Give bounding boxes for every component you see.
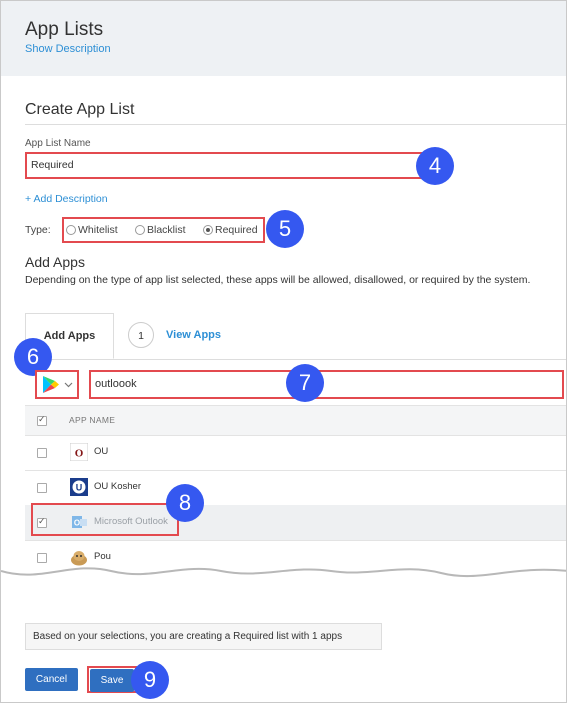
svg-text:O: O bbox=[75, 448, 84, 460]
app-search-input[interactable]: outloook bbox=[89, 370, 564, 399]
page-title: App Lists bbox=[25, 19, 104, 40]
save-button[interactable]: Save bbox=[90, 669, 134, 692]
radio-blacklist[interactable] bbox=[135, 225, 145, 235]
app-name: OU bbox=[94, 446, 109, 457]
section-title: Create App List bbox=[25, 101, 135, 118]
callout-7: 7 bbox=[286, 364, 324, 402]
selected-count-badge: 1 bbox=[128, 322, 154, 348]
divider bbox=[25, 124, 566, 125]
app-store-select[interactable] bbox=[35, 370, 79, 399]
page-header: App Lists Show Description bbox=[1, 1, 566, 77]
show-description-link[interactable]: Show Description bbox=[25, 43, 111, 55]
torn-edge bbox=[1, 567, 566, 609]
tab-view-apps[interactable]: View Apps bbox=[166, 329, 221, 341]
table-row[interactable]: O OU bbox=[25, 435, 566, 471]
ou-app-icon: O bbox=[70, 443, 88, 461]
add-description-link[interactable]: + Add Description bbox=[25, 193, 108, 205]
callout-8: 8 bbox=[166, 484, 204, 522]
svg-text:U: U bbox=[76, 483, 83, 493]
table-row[interactable]: U OU Kosher bbox=[25, 470, 566, 506]
radio-required[interactable] bbox=[203, 225, 213, 235]
selection-summary: Based on your selections, you are creati… bbox=[25, 623, 382, 650]
row-checkbox[interactable] bbox=[37, 448, 47, 458]
radio-required-label: Required bbox=[215, 224, 258, 236]
app-name: OU Kosher bbox=[94, 481, 141, 492]
app-list-name-input[interactable]: Required bbox=[25, 152, 423, 179]
callout-9: 9 bbox=[131, 661, 169, 699]
radio-blacklist-label: Blacklist bbox=[147, 224, 186, 236]
row-checkbox[interactable] bbox=[37, 483, 47, 493]
callout-5: 5 bbox=[266, 210, 304, 248]
radio-whitelist-label: Whitelist bbox=[78, 224, 118, 236]
type-label: Type: bbox=[25, 224, 51, 236]
ou-kosher-app-icon: U bbox=[70, 478, 88, 496]
tabs: Add Apps 1 View Apps bbox=[25, 313, 566, 360]
chevron-down-icon bbox=[64, 382, 73, 388]
app-lists-window: App Lists Show Description Create App Li… bbox=[0, 0, 567, 703]
outlook-row-highlight bbox=[31, 503, 179, 536]
table-header-row: APP NAME bbox=[25, 405, 566, 436]
app-name-column-header: APP NAME bbox=[69, 415, 116, 425]
select-all-checkbox[interactable] bbox=[37, 414, 47, 426]
callout-4: 4 bbox=[416, 147, 454, 185]
app-list-name-label: App List Name bbox=[25, 138, 91, 149]
radio-whitelist[interactable] bbox=[66, 225, 76, 235]
add-apps-description: Depending on the type of app list select… bbox=[25, 274, 531, 286]
cancel-button[interactable]: Cancel bbox=[25, 668, 78, 691]
add-apps-heading: Add Apps bbox=[25, 254, 85, 270]
